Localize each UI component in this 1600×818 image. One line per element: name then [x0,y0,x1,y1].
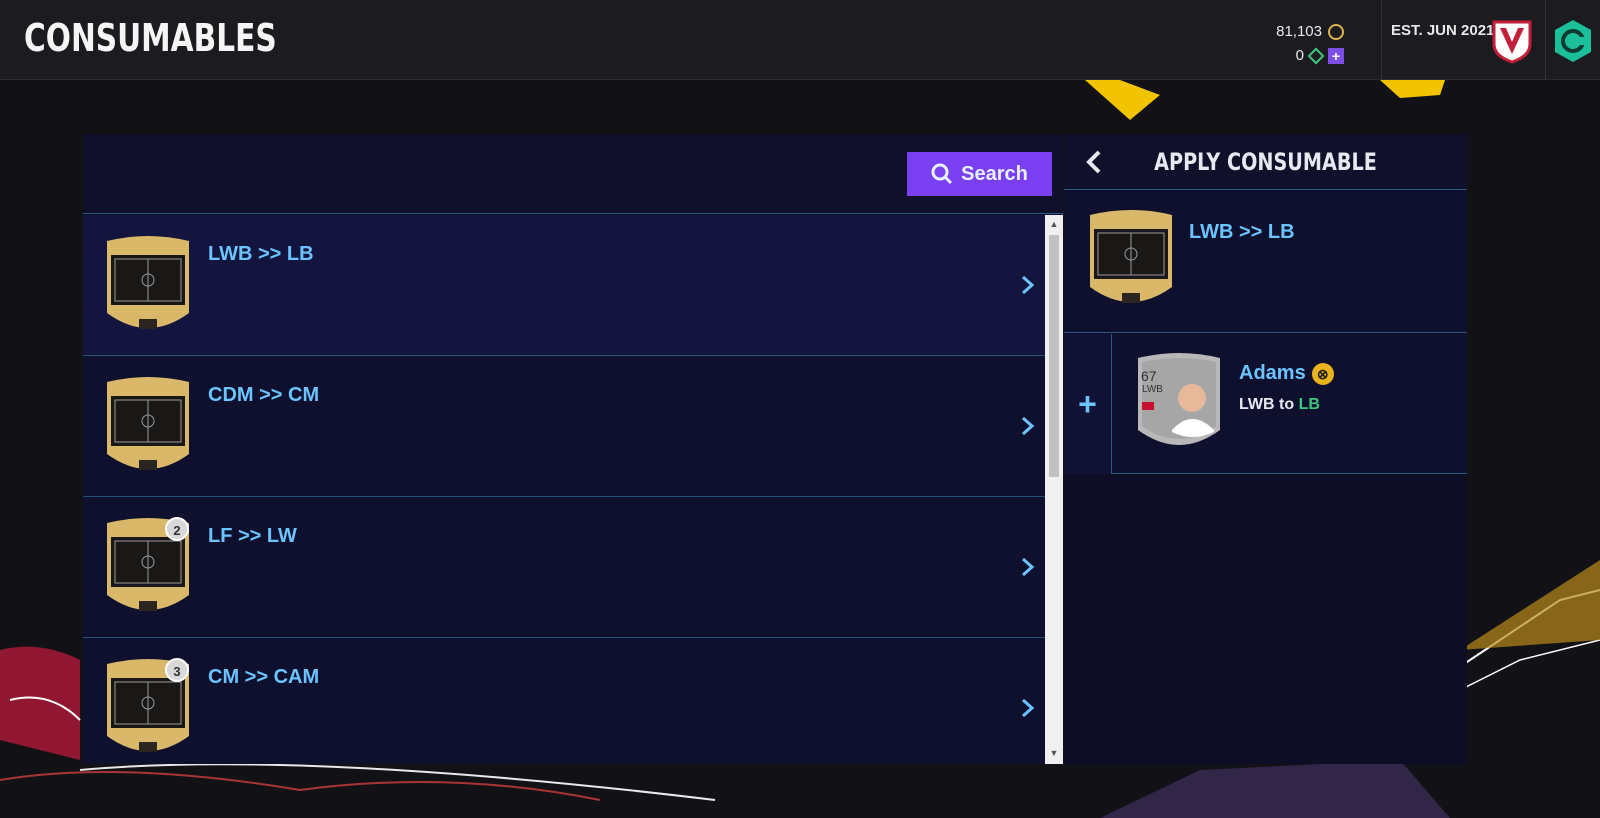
from-position: LWB [1239,396,1275,413]
consumable-label: LWB >> LB [208,243,314,265]
player-name-text: Adams [1239,362,1306,384]
player-name: Adams ⊗ [1239,362,1334,385]
chevron-right-icon[interactable] [1018,555,1038,579]
position-modifier-card-icon [107,377,189,470]
chevron-right-icon[interactable] [1018,414,1038,438]
top-bar: CONSUMABLES 81,103 0 + EST. JUN 2021 [0,0,1600,80]
back-arrow-icon[interactable] [1082,148,1106,176]
scrollbar-thumb[interactable] [1049,235,1059,477]
search-button-label: Search [961,162,1028,185]
apply-consumable-panel: APPLY CONSUMABLE LWB >> LB + 67 LWB Adam… [1064,134,1467,764]
quantity-badge: 3 [165,658,189,682]
page-title: CONSUMABLES [24,16,277,60]
buy-points-icon[interactable]: + [1328,48,1344,64]
search-button[interactable]: Search [907,152,1052,196]
consumables-list: LWB >> LB CDM >> CM 2 LF >> LW 3 CM >> C… [83,215,1045,764]
consumable-label: CDM >> CM [208,384,320,406]
to-word: to [1279,396,1295,413]
list-toolbar: Search [83,134,1063,214]
club-established-label: EST. JUN 2021 [1391,22,1495,39]
player-target-row[interactable]: + 67 LWB Adams ⊗ LWB to LB [1064,334,1467,474]
selected-consumable-label: LWB >> LB [1189,221,1295,243]
apply-panel-header: APPLY CONSUMABLE [1064,134,1467,190]
club-badge-icon[interactable] [1492,18,1532,64]
position-modifier-card-icon [107,236,189,329]
scroll-up-arrow-icon[interactable]: ▲ [1049,219,1059,229]
points-balance: 0 [1295,47,1304,64]
consumable-label: LF >> LW [208,525,297,547]
points-icon [1307,47,1325,65]
list-scrollbar[interactable]: ▲ ▼ [1045,215,1063,764]
player-card [1138,353,1220,445]
list-item[interactable]: 2 LF >> LW [83,497,1045,638]
chemistry-icon: ⊗ [1311,362,1334,385]
chevron-right-icon[interactable] [1018,273,1038,297]
list-item[interactable]: 3 CM >> CAM [83,638,1045,764]
companion-app-icon[interactable] [1553,18,1593,64]
consumable-label: CM >> CAM [208,666,320,688]
header-divider [1381,0,1382,80]
player-rating: 67 [1141,368,1157,384]
coin-icon [1328,24,1344,40]
position-change: LWB to LB [1239,396,1320,414]
apply-panel-title: APPLY CONSUMABLE [1154,148,1377,176]
list-item[interactable]: LWB >> LB [83,215,1045,356]
list-item[interactable]: CDM >> CM [83,356,1045,497]
consumables-list-panel: Search LWB >> LB CDM >> CM 2 LF >> LW 3 … [83,134,1063,764]
coin-balance: 81,103 [1276,23,1322,40]
header-divider [1545,0,1546,80]
scroll-down-arrow-icon[interactable]: ▼ [1049,748,1059,758]
to-position: LB [1298,396,1320,413]
selected-consumable: LWB >> LB [1064,191,1467,333]
chevron-right-icon[interactable] [1018,696,1038,720]
search-icon [931,163,953,185]
quantity-badge: 2 [165,517,189,541]
player-position: LWB [1142,384,1163,395]
apply-plus-button[interactable]: + [1064,334,1112,474]
currency-wallet: 81,103 0 + [1276,20,1344,68]
position-modifier-card-icon [1090,210,1172,303]
